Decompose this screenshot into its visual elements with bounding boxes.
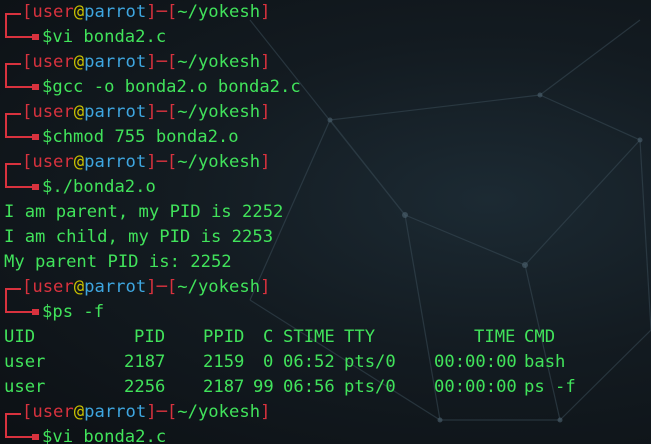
prompt-arrow-icon: [5, 175, 33, 188]
ps-col-cmd: CMD: [524, 327, 556, 347]
prompt-dollar: $: [42, 77, 53, 97]
prompt-host: parrot: [84, 2, 147, 22]
prompt-line: [user@parrot]─[~/yokesh]: [4, 100, 651, 126]
command-line[interactable]: $vi bonda2.c: [4, 425, 651, 444]
command-line: $./bonda2.o: [4, 175, 651, 200]
command-line: $ps -f: [4, 300, 651, 325]
ps-col-time: TIME: [474, 327, 516, 347]
ps-cell-time: 00:00:00: [434, 352, 517, 372]
prompt-dir: ~/yokesh: [177, 2, 261, 22]
prompt-user: user: [32, 277, 74, 297]
ps-cell-uid: user: [4, 377, 46, 397]
ps-cell-c: 0: [263, 352, 274, 372]
prompt-dir: ~/yokesh: [177, 152, 261, 172]
terminal-window[interactable]: [user@parrot]─[~/yokesh] $vi bonda2.c [u…: [0, 0, 651, 444]
prompt-arrow-icon: [5, 25, 33, 38]
prompt-line: [user@parrot]─[~/yokesh]: [4, 275, 651, 301]
prompt-dollar: $: [42, 302, 53, 322]
prompt-arrow-icon: [5, 75, 33, 88]
prompt-dir: ~/yokesh: [177, 52, 261, 72]
prompt-line: [user@parrot]─[~/yokesh]: [4, 50, 651, 76]
prompt-dir: ~/yokesh: [177, 277, 261, 297]
prompt-at: @: [73, 2, 85, 22]
command-text: gcc -o bonda2.o bonda2.c: [52, 77, 301, 97]
prompt-at: @: [73, 402, 85, 422]
command-text: chmod 755 bonda2.o: [52, 127, 239, 147]
ps-cell-tty: pts/0: [344, 352, 396, 372]
ps-cell-cmd: bash: [524, 352, 566, 372]
prompt-at: @: [73, 102, 85, 122]
command-text: vi bonda2.c: [52, 27, 167, 47]
ps-cell-uid: user: [4, 352, 46, 372]
prompt-at: @: [73, 52, 85, 72]
prompt-user: user: [32, 402, 74, 422]
command-line: $vi bonda2.c: [4, 25, 651, 50]
prompt-dir: ~/yokesh: [177, 102, 261, 122]
prompt-dir: ~/yokesh: [177, 402, 261, 422]
command-text: vi bonda2.c: [52, 427, 167, 444]
prompt-host: parrot: [84, 402, 147, 422]
ps-cell-ppid: 2187: [203, 377, 245, 397]
ps-table-row: user 2256 2187 99 06:56 pts/0 00:00:00 p…: [4, 375, 651, 400]
prompt-arrow-icon: [5, 425, 33, 438]
prompt-line: [user@parrot]─[~/yokesh]: [4, 150, 651, 176]
ps-cell-cmd: ps -f: [524, 377, 576, 397]
ps-cell-tty: pts/0: [344, 377, 396, 397]
ps-cell-stime: 06:52: [283, 352, 335, 372]
ps-cell-c: 99: [253, 377, 274, 397]
ps-col-ppid: PPID: [203, 327, 245, 347]
ps-table-row: user 2187 2159 0 06:52 pts/0 00:00:00 ba…: [4, 350, 651, 375]
prompt-at: @: [73, 152, 85, 172]
ps-cell-ppid: 2159: [203, 352, 245, 372]
prompt-line: [user@parrot]─[~/yokesh]: [4, 400, 651, 426]
prompt-user: user: [32, 52, 74, 72]
ps-cell-time: 00:00:00: [434, 377, 517, 397]
output-line: I am parent, my PID is 2252: [4, 202, 284, 222]
ps-cell-pid: 2256: [124, 377, 166, 397]
prompt-host: parrot: [84, 152, 147, 172]
ps-col-stime: STIME: [283, 327, 335, 347]
command-line: $chmod 755 bonda2.o: [4, 125, 651, 150]
prompt-host: parrot: [84, 52, 147, 72]
prompt-dollar: $: [42, 127, 53, 147]
command-line: $gcc -o bonda2.o bonda2.c: [4, 75, 651, 100]
ps-table-header: UID PID PPID C STIME TTY TIME CMD: [4, 325, 651, 350]
ps-cell-pid: 2187: [124, 352, 166, 372]
ps-col-c: C: [263, 327, 274, 347]
prompt-line: [user@parrot]─[~/yokesh]: [4, 0, 651, 26]
prompt-arrow-icon: [5, 300, 33, 313]
output-line: My parent PID is: 2252: [4, 252, 232, 272]
prompt-arrow-icon: [5, 125, 33, 138]
prompt-host: parrot: [84, 277, 147, 297]
prompt-at: @: [73, 277, 85, 297]
prompt-dollar: $: [42, 427, 53, 444]
ps-col-uid: UID: [4, 327, 36, 347]
ps-col-pid: PID: [134, 327, 166, 347]
command-text: ps -f: [52, 302, 105, 322]
terminal-output: [user@parrot]─[~/yokesh] $vi bonda2.c [u…: [4, 0, 651, 444]
prompt-host: parrot: [84, 102, 147, 122]
prompt-user: user: [32, 152, 74, 172]
prompt-dollar: $: [42, 27, 53, 47]
prompt-user: user: [32, 102, 74, 122]
ps-cell-stime: 06:56: [283, 377, 335, 397]
ps-col-tty: TTY: [344, 327, 376, 347]
prompt-dollar: $: [42, 177, 53, 197]
command-text: ./bonda2.o: [52, 177, 156, 197]
output-line: I am child, my PID is 2253: [4, 227, 274, 247]
prompt-user: user: [32, 2, 74, 22]
